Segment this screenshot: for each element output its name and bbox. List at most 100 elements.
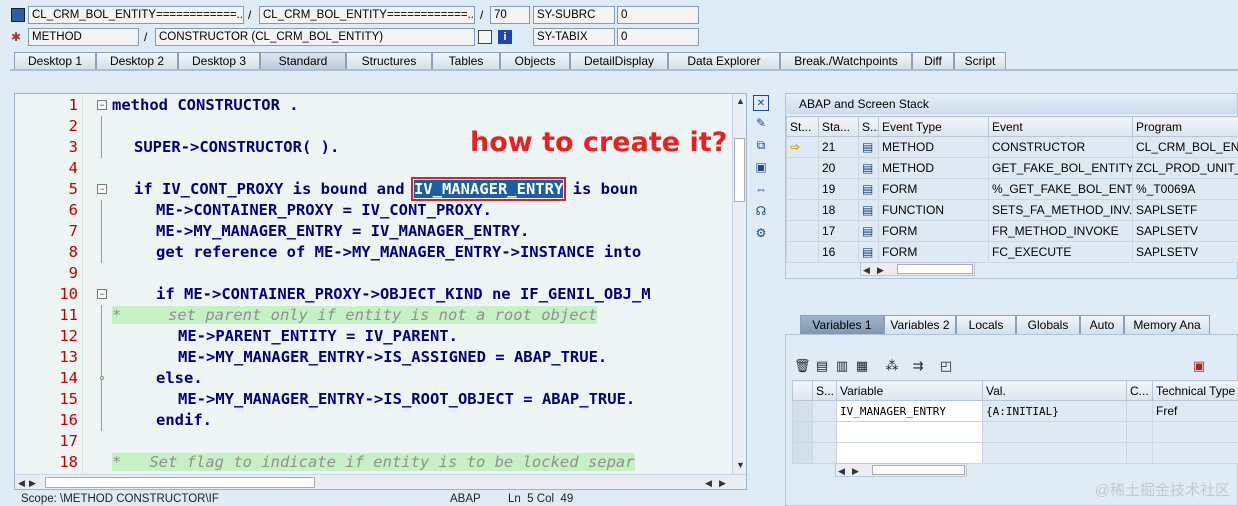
scroll-thumb[interactable] [897, 264, 973, 274]
include-field[interactable]: CL_CRM_BOL_ENTITY============... [259, 6, 475, 24]
event-name-field[interactable]: CONSTRUCTOR (CL_CRM_BOL_ENTITY) [155, 28, 475, 46]
column-header[interactable]: Variable [836, 380, 983, 401]
tab-structures[interactable]: Structures [346, 52, 432, 70]
scroll-thumb[interactable] [45, 477, 315, 488]
display-icon[interactable] [478, 30, 492, 44]
tab-data-explorer[interactable]: Data Explorer [668, 52, 780, 70]
column-header[interactable]: Sta... [818, 116, 859, 137]
event-type-field[interactable]: METHOD [28, 28, 139, 46]
program-field[interactable]: CL_CRM_BOL_ENTITY============... [28, 6, 244, 24]
delete-icon[interactable]: 🗑 [794, 358, 811, 374]
table-row[interactable]: 18 ▤ FUNCTION SETS_FA_METHOD_INV... SAPLSETF [786, 199, 1238, 221]
variables-hscroll[interactable]: ◀ ▶ [835, 463, 967, 477]
scroll-left-icon[interactable]: ◀ [18, 478, 25, 488]
horizontal-scrollbar[interactable]: ◀ ▶ ◀ ▶ [15, 474, 746, 489]
change-cell[interactable] [1126, 442, 1153, 464]
highlighted-variable[interactable]: IV_MANAGER_ENTRY [410, 177, 567, 201]
services-icon[interactable]: ☊ [753, 204, 769, 220]
row-selector[interactable] [792, 400, 813, 422]
table-row[interactable]: 20 ▤ METHOD GET_FAKE_BOL_ENTITY ZCL_PROD_UNI… [786, 157, 1238, 179]
resize-icon[interactable]: ⇔ [753, 182, 769, 198]
scroll-left-icon[interactable]: ◀ [705, 478, 712, 488]
tab-objects[interactable]: Objects [500, 52, 570, 70]
column-header[interactable]: C... [1126, 380, 1153, 401]
code-text: SUPER->CONSTRUCTOR( ). [134, 138, 340, 156]
fold-toggle-icon[interactable]: − [97, 184, 107, 194]
variable-value[interactable] [982, 442, 1127, 464]
scroll-thumb[interactable] [872, 465, 965, 475]
change-cell[interactable] [1126, 421, 1153, 443]
line-field[interactable]: 70 [490, 6, 530, 24]
transfer-icon[interactable]: ⇉ [910, 358, 926, 374]
table-row[interactable] [792, 421, 1238, 443]
variable-value[interactable]: {A:INITIAL} [982, 400, 1127, 422]
scroll-right-icon[interactable]: ▶ [719, 478, 726, 488]
save-icon[interactable]: ▣ [1191, 358, 1207, 374]
paste-icon[interactable]: ▦ [854, 358, 870, 374]
column-header[interactable]: Event Type [878, 116, 989, 137]
scroll-down-icon[interactable]: ▼ [736, 460, 745, 470]
event-name: SETS_FA_METHOD_INV... [988, 199, 1133, 221]
variable-name[interactable] [836, 421, 983, 443]
table-row[interactable]: 19 ▤ FORM %_GET_FAKE_BOL_ENT... %_T0069A [786, 178, 1238, 200]
tab-tables[interactable]: Tables [432, 52, 500, 70]
tab-globals[interactable]: Globals [1016, 315, 1080, 335]
fold-toggle-icon[interactable]: − [97, 100, 107, 110]
sysvar-tabix-value[interactable]: 0 [617, 28, 699, 46]
table-row[interactable] [792, 442, 1238, 464]
stack-hscroll[interactable]: ◀ ▶ [860, 262, 975, 276]
tab-standard[interactable]: Standard [260, 52, 346, 70]
insert-icon[interactable]: ▤ [814, 358, 830, 374]
tab-memory-ana[interactable]: Memory Ana [1124, 315, 1210, 335]
tab-variables-2[interactable]: Variables 2 [884, 315, 956, 335]
scroll-left-icon[interactable]: ◀ [863, 265, 870, 275]
variable-name[interactable]: IV_MANAGER_ENTRY [836, 400, 983, 422]
row-selector[interactable] [792, 442, 813, 464]
variable-value[interactable] [982, 421, 1127, 443]
tab-variables-1[interactable]: Variables 1 [800, 315, 884, 335]
tab-break-watchpoints[interactable]: Break./Watchpoints [780, 52, 912, 70]
table-row[interactable]: 16 ▤ FORM FC_EXECUTE SAPLSETV [786, 241, 1238, 263]
row-selector-header[interactable] [792, 380, 813, 401]
tab-desktop-2[interactable]: Desktop 2 [96, 52, 178, 70]
table-row[interactable]: ⇨ 21▤ METHODCONSTRUCTORCL_CRM_BOL_ENTI [786, 136, 1238, 158]
copy-icon[interactable]: ▥ [834, 358, 850, 374]
column-header[interactable]: Event [988, 116, 1133, 137]
tab-diff[interactable]: Diff [912, 52, 954, 70]
info-icon[interactable]: i [498, 30, 512, 44]
tab-desktop-3[interactable]: Desktop 3 [178, 52, 260, 70]
fold-toggle-icon[interactable]: − [97, 289, 107, 299]
sysvar-subrc-value[interactable]: 0 [617, 6, 699, 24]
table-row[interactable]: IV_MANAGER_ENTRY {A:INITIAL} Fref [792, 400, 1238, 422]
tab-locals[interactable]: Locals [956, 315, 1016, 335]
settings-icon[interactable]: ⚙ [753, 226, 769, 242]
column-header[interactable]: S... [812, 380, 837, 401]
maximize-icon[interactable]: ▣ [753, 160, 769, 176]
column-header[interactable]: S... [858, 116, 879, 137]
scroll-right-icon[interactable]: ▶ [877, 265, 884, 275]
scroll-thumb[interactable] [734, 138, 745, 202]
table-row[interactable]: 17 ▤ FORM FR_METHOD_INVOKE SAPLSETV [786, 220, 1238, 242]
scroll-left-icon[interactable]: ◀ [838, 466, 845, 476]
change-cell[interactable] [1126, 400, 1153, 422]
line-number: 14 [59, 369, 78, 387]
row-selector[interactable] [792, 421, 813, 443]
open-icon[interactable]: ◰ [938, 358, 954, 374]
tab-auto[interactable]: Auto [1080, 315, 1124, 335]
column-header[interactable]: Technical Type [1152, 380, 1238, 401]
tab-detaildisplay[interactable]: DetailDisplay [570, 52, 668, 70]
new-tool-icon[interactable]: ✎ [753, 116, 769, 132]
variable-name[interactable] [836, 442, 983, 464]
swap-tool-icon[interactable]: ⧉ [753, 138, 769, 154]
vertical-scrollbar[interactable]: ▲ ▼ [732, 94, 746, 474]
tree-icon[interactable]: ⁂ [884, 358, 900, 374]
close-icon[interactable]: ✕ [753, 95, 769, 111]
tab-script[interactable]: Script [954, 52, 1006, 70]
tab-desktop-1[interactable]: Desktop 1 [14, 52, 96, 70]
column-header[interactable]: St... [786, 116, 819, 137]
column-header[interactable]: Program [1132, 116, 1238, 137]
scroll-right-icon[interactable]: ▶ [852, 466, 859, 476]
scroll-up-icon[interactable]: ▲ [736, 96, 745, 106]
column-header[interactable]: Val. [982, 380, 1127, 401]
scroll-right-icon[interactable]: ▶ [29, 478, 36, 488]
